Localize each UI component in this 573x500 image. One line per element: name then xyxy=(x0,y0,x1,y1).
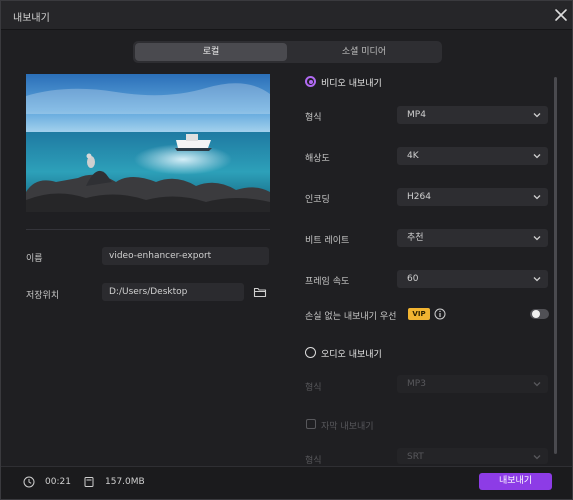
bitrate-value: 추천 xyxy=(407,233,424,243)
subtitle-export-checkbox[interactable] xyxy=(306,419,316,429)
resolution-label: 해상도 xyxy=(305,154,330,164)
resolution-select[interactable]: 4K xyxy=(397,147,548,165)
chevron-down-icon xyxy=(533,455,541,460)
name-label: 이름 xyxy=(26,254,43,264)
audio-export-radio[interactable] xyxy=(305,347,316,358)
chevron-down-icon xyxy=(533,236,541,241)
chevron-down-icon xyxy=(533,154,541,159)
format-label: 형식 xyxy=(305,113,322,123)
dialog-title: 내보내기 xyxy=(13,13,50,24)
bitrate-select[interactable]: 추천 xyxy=(397,229,548,247)
framerate-label: 프레임 속도 xyxy=(305,277,350,287)
subtitle-format-label: 형식 xyxy=(305,456,322,466)
audio-export-title: 오디오 내보내기 xyxy=(321,350,382,360)
chevron-down-icon xyxy=(533,113,541,118)
chevron-down-icon xyxy=(533,195,541,200)
format-select[interactable]: MP4 xyxy=(397,106,548,124)
resolution-value: 4K xyxy=(407,151,419,161)
format-value: MP4 xyxy=(407,110,426,120)
framerate-select[interactable]: 60 xyxy=(397,270,548,288)
bitrate-label: 비트 레이트 xyxy=(305,236,350,246)
encoding-value: H264 xyxy=(407,192,431,202)
subtitle-format-select[interactable]: SRT xyxy=(397,448,548,464)
clock-icon xyxy=(23,476,35,488)
location-input[interactable]: D:/Users/Desktop xyxy=(102,283,244,301)
encoding-select[interactable]: H264 xyxy=(397,188,548,206)
close-icon[interactable] xyxy=(553,7,569,23)
file-icon xyxy=(84,477,94,487)
chevron-down-icon xyxy=(533,382,541,387)
duration-text: 00:21 xyxy=(45,477,71,487)
lossless-label: 손실 없는 내보내기 우선 xyxy=(305,312,397,322)
audio-format-select[interactable]: MP3 xyxy=(397,375,548,393)
file-size-text: 157.0MB xyxy=(105,477,145,487)
export-button[interactable]: 내보내기 xyxy=(479,473,552,490)
tab-social-media[interactable]: 소셜 미디어 xyxy=(289,43,439,61)
video-preview xyxy=(26,74,270,212)
chevron-down-icon xyxy=(533,277,541,282)
settings-scrollbar[interactable] xyxy=(554,77,557,454)
tab-local[interactable]: 로컬 xyxy=(135,43,287,61)
encoding-label: 인코딩 xyxy=(305,195,330,205)
name-input[interactable]: video-enhancer-export xyxy=(102,247,269,265)
lossless-toggle-knob xyxy=(532,310,540,318)
divider xyxy=(26,229,270,230)
tab-bar: 로컬 소셜 미디어 xyxy=(133,41,442,63)
subtitle-export-title: 자막 내보내기 xyxy=(321,422,374,432)
title-bar: 내보내기 xyxy=(1,1,572,30)
folder-icon[interactable] xyxy=(253,285,267,299)
audio-format-label: 형식 xyxy=(305,383,322,393)
video-export-title: 비디오 내보내기 xyxy=(321,79,382,89)
video-export-radio[interactable] xyxy=(305,76,316,87)
vip-badge: VIP xyxy=(408,308,430,320)
info-icon[interactable] xyxy=(434,308,446,320)
framerate-value: 60 xyxy=(407,274,419,284)
subtitle-format-value: SRT xyxy=(407,452,424,462)
export-dialog: 내보내기 로컬 소셜 미디어 이름 video-enhancer-export … xyxy=(0,0,573,500)
audio-format-value: MP3 xyxy=(407,379,426,389)
location-label: 저장위치 xyxy=(26,291,60,301)
